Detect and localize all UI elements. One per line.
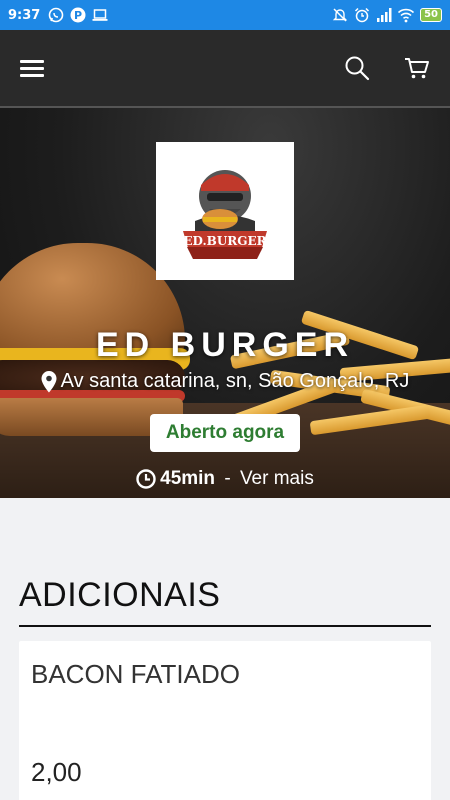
status-time: 9:37 (8, 7, 41, 23)
store-logo: ED.BURGER (156, 142, 294, 280)
alarm-icon (355, 7, 370, 23)
app-bar (0, 30, 450, 108)
search-icon[interactable] (344, 55, 370, 81)
svg-text:ED.BURGER: ED.BURGER (183, 234, 267, 248)
svg-text:P: P (74, 9, 82, 22)
map-marker-icon (41, 370, 57, 392)
open-status-button[interactable]: Aberto agora (150, 414, 300, 452)
mute-icon (332, 8, 348, 22)
signal-icon (377, 8, 392, 22)
clock-icon (136, 469, 156, 489)
delivery-separator: - (219, 468, 236, 489)
see-more-link[interactable]: Ver mais (240, 468, 314, 490)
store-header: ED.BURGER ED BURGER Av santa catarina, s… (0, 108, 450, 498)
parking-app-icon: P (70, 7, 86, 23)
store-address-text: Av santa catarina, sn, São Gonçalo, RJ (60, 370, 410, 392)
section-title: ADICIONAIS (19, 576, 431, 627)
product-card[interactable]: BACON FATIADO 2,00 (19, 641, 431, 800)
delivery-info: 45min - Ver mais (0, 468, 450, 490)
ed-burger-logo-icon: ED.BURGER (183, 170, 268, 259)
product-name: BACON FATIADO (31, 659, 240, 689)
menu-icon[interactable] (20, 56, 44, 80)
cart-icon[interactable] (404, 55, 430, 81)
delivery-time: 45min (160, 468, 216, 489)
battery-indicator: 50 (420, 8, 442, 22)
store-address: Av santa catarina, sn, São Gonçalo, RJ (0, 370, 450, 393)
product-price: 2,00 (31, 757, 82, 787)
whatsapp-icon (49, 7, 64, 23)
laptop-icon (92, 9, 108, 21)
wifi-icon (398, 8, 415, 23)
status-bar: 9:37 P 50 (0, 0, 450, 30)
store-name: ED BURGER (95, 326, 355, 364)
